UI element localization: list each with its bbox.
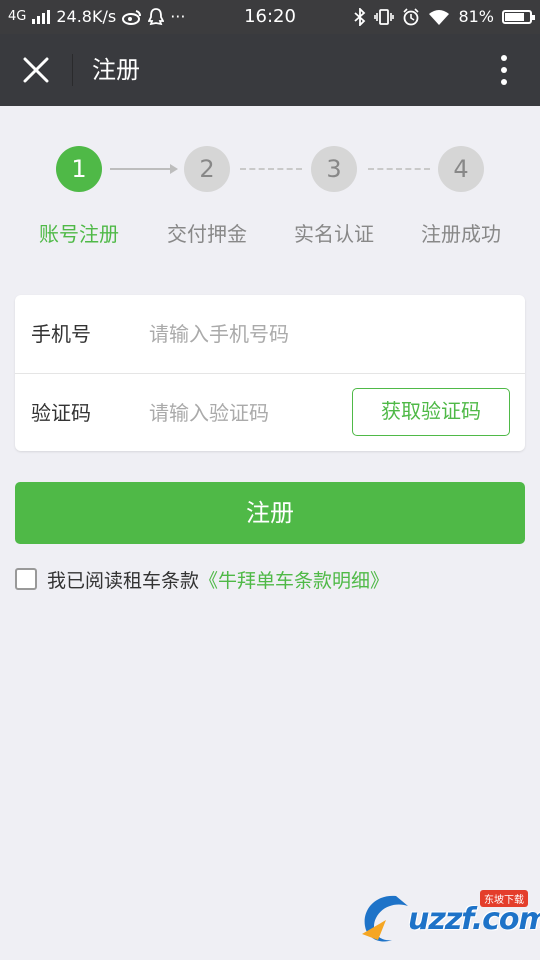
watermark-logo: uzzf.com 东坡下载 xyxy=(356,890,540,946)
registration-stepper: 1 2 3 4 账号注册 交付押金 实名认证 注册成功 xyxy=(0,140,540,250)
title-bar: 注册 xyxy=(0,34,540,106)
register-button[interactable]: 注册 xyxy=(15,482,525,544)
battery-icon xyxy=(502,9,535,24)
watermark-swoosh-icon xyxy=(362,895,408,942)
step-4-label: 注册成功 xyxy=(421,222,501,246)
terms-link[interactable]: 《牛拜单车条款明细》 xyxy=(199,566,389,593)
phone-label: 手机号 xyxy=(31,322,91,346)
step-1-indicator: 1 xyxy=(56,146,102,192)
status-bar: 4G 24.8K/s ··· 16:20 81% xyxy=(0,0,540,34)
bluetooth-icon xyxy=(354,7,366,26)
vibrate-icon xyxy=(374,8,395,25)
alarm-icon xyxy=(403,7,420,25)
step-2-label: 交付押金 xyxy=(167,222,247,246)
watermark-text: uzzf.com xyxy=(408,902,540,937)
arrow-icon xyxy=(170,164,178,174)
agreement-checkbox[interactable] xyxy=(15,568,37,590)
step-connector-1 xyxy=(110,168,174,170)
page-title: 注册 xyxy=(92,56,140,84)
phone-row: 手机号 xyxy=(15,295,525,373)
close-icon xyxy=(23,57,49,83)
verification-code-input[interactable] xyxy=(149,394,339,432)
phone-input[interactable] xyxy=(149,315,509,353)
step-1-label: 账号注册 xyxy=(39,222,119,246)
step-connector-3 xyxy=(368,168,430,170)
close-button[interactable] xyxy=(12,46,60,94)
status-right: 81% xyxy=(354,7,535,26)
get-code-button[interactable]: 获取验证码 xyxy=(352,388,510,436)
watermark-tag: 东坡下载 xyxy=(480,890,528,907)
code-row: 验证码 获取验证码 xyxy=(15,373,525,452)
step-3-indicator: 3 xyxy=(311,146,357,192)
step-2-indicator: 2 xyxy=(184,146,230,192)
battery-percent: 81% xyxy=(458,7,494,26)
more-menu-button[interactable] xyxy=(482,48,526,92)
agreement-row: 我已阅读租车条款 《牛拜单车条款明细》 xyxy=(15,564,389,594)
step-4-indicator: 4 xyxy=(438,146,484,192)
wifi-icon xyxy=(429,9,450,25)
step-3-label: 实名认证 xyxy=(294,222,374,246)
more-vertical-icon xyxy=(501,55,507,61)
step-connector-2 xyxy=(240,168,302,170)
code-label: 验证码 xyxy=(31,401,91,425)
registration-form: 手机号 验证码 获取验证码 xyxy=(15,295,525,451)
agreement-text: 我已阅读租车条款 xyxy=(47,569,200,592)
title-divider xyxy=(72,54,73,86)
